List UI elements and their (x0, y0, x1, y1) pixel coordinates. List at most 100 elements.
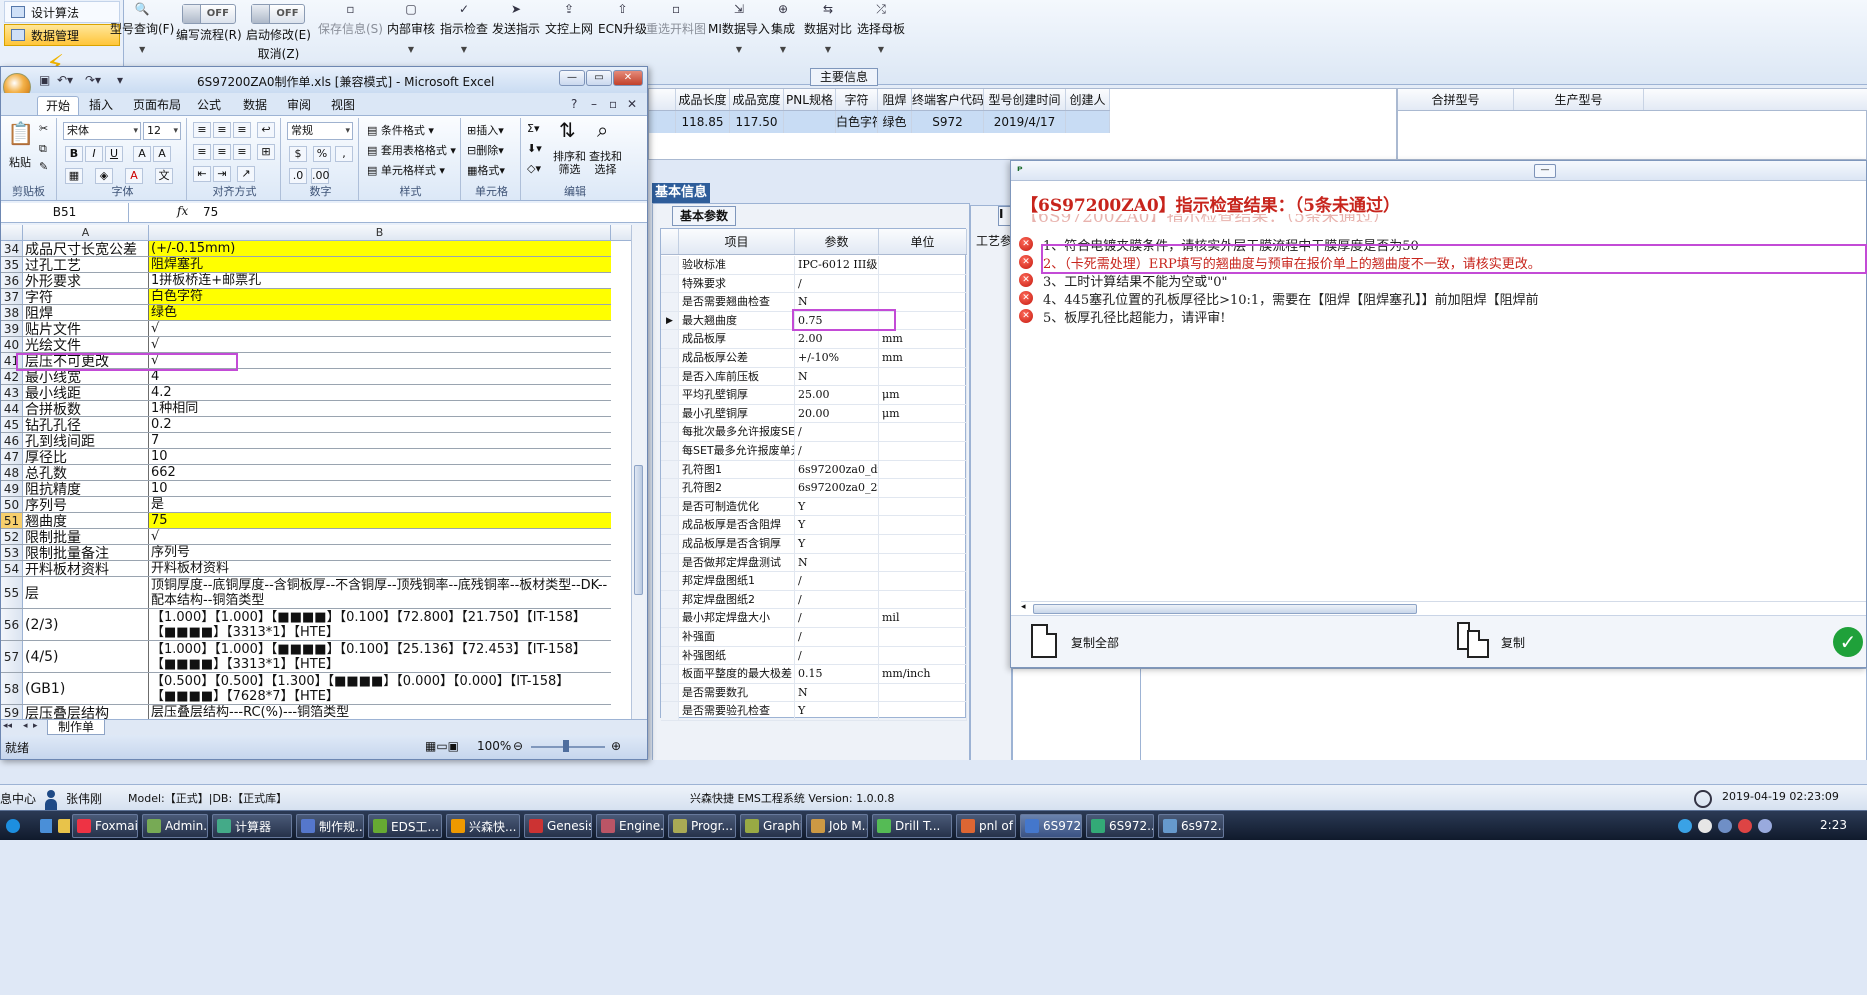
cell-a[interactable]: 序列号 (23, 497, 149, 512)
customize-qat-icon[interactable]: ▾ (117, 73, 123, 87)
row-indicator[interactable] (661, 683, 679, 702)
row-indicator[interactable] (661, 404, 679, 423)
cell-a[interactable]: 字符 (23, 289, 149, 304)
sheet-row[interactable]: 52 限制批量 √ (1, 529, 611, 545)
table-row[interactable]: 邦定焊盘图纸2/ (661, 590, 967, 610)
table-row[interactable]: 最小孔壁铜厚 20.00 μm (661, 404, 967, 424)
cut-icon[interactable]: ✂ (39, 122, 48, 135)
save-icon[interactable]: ▣ (39, 73, 50, 87)
resend-drawing-button[interactable]: ▫ 重选开料图 (646, 0, 706, 84)
row-number[interactable]: 54 (1, 561, 23, 576)
align-bottom-icon[interactable]: ≡ (233, 122, 251, 138)
row-number[interactable]: 40 (1, 337, 23, 352)
cell-a[interactable]: 光绘文件 (23, 337, 149, 352)
table-row[interactable]: 补强面 / (661, 628, 967, 647)
cell-a[interactable]: 钻孔孔径 (23, 417, 149, 432)
row-indicator[interactable] (661, 516, 679, 534)
tab-insert[interactable]: 插入 (81, 96, 121, 115)
row-indicator[interactable] (661, 628, 679, 646)
row-indicator[interactable] (661, 274, 679, 293)
font-size-select[interactable]: 12 (143, 122, 181, 140)
cell-b[interactable]: 阻焊塞孔 (149, 257, 611, 272)
table-row[interactable]: 补强图纸 / (661, 646, 967, 666)
table-row[interactable]: 是否可制造优化 Y (661, 497, 967, 517)
cell-b[interactable]: 白色字符 (149, 289, 611, 304)
cell-a[interactable]: 开料板材资料 (23, 561, 149, 576)
taskbar-item[interactable]: pnl of ... (956, 814, 1016, 838)
help-icon[interactable]: ? (571, 97, 577, 111)
format-cells-button[interactable]: ▦格式▾ (467, 162, 505, 178)
row-number[interactable]: 35 (1, 257, 23, 272)
taskbar-item[interactable]: 制作规... (296, 814, 364, 838)
tab-home[interactable]: 开始 (37, 96, 80, 115)
sheet-row[interactable]: 50 序列号是 (1, 497, 611, 513)
cell-b[interactable]: 序列号 (149, 545, 611, 560)
row-number[interactable]: 50 (1, 497, 23, 512)
sheet-row[interactable]: 38 阻焊 绿色 (1, 305, 611, 321)
row-number[interactable]: 52 (1, 529, 23, 544)
cell-b[interactable]: 【1.000】【1.000】【■■■■】【0.100】【25.136】【72.4… (149, 641, 611, 672)
row-number[interactable]: 39 (1, 321, 23, 336)
sheet-row[interactable]: 55 层顶铜厚度--底铜厚度--含铜板厚--不含铜厚--顶残铜率--底残铜率--板… (1, 577, 611, 609)
column-header[interactable]: 单位 (879, 229, 967, 254)
font-name-select[interactable]: 宋体 (63, 122, 141, 140)
column-header[interactable]: 成品宽度 (730, 89, 784, 110)
taskbar-item[interactable]: Job M... (806, 814, 868, 838)
cell-a[interactable]: (4/5) (23, 641, 149, 672)
volume-icon[interactable] (1718, 819, 1732, 833)
row-indicator[interactable] (661, 702, 679, 720)
sort-filter-button[interactable]: 排序和 筛选 (553, 150, 586, 176)
increase-indent-icon[interactable]: ⇥ (213, 166, 231, 182)
column-header[interactable]: 字符 (836, 89, 878, 110)
sheet-row[interactable]: 34 成品尺寸长宽公差 (+/-0.15mm) (1, 241, 611, 257)
sheet-row[interactable]: 37 字符 白色字符 (1, 289, 611, 305)
row-number[interactable]: 57 (1, 641, 23, 672)
cell-a[interactable]: 层压叠层结构 (23, 705, 149, 719)
cell-b[interactable]: 【0.500】【0.500】【1.300】【■■■■】【0.000】【0.000… (149, 673, 611, 704)
row-number[interactable]: 51 (1, 513, 23, 528)
column-header[interactable]: PNL规格 (784, 89, 836, 110)
tab-main-info[interactable]: 主要信息 (810, 68, 878, 86)
grow-font-icon[interactable]: A (133, 146, 151, 162)
copy-icon[interactable]: ⧉ (39, 142, 47, 156)
sheet-row[interactable]: 53 限制批量备注 序列号 (1, 545, 611, 561)
table-row[interactable]: 成品板厚是否含阻焊 Y (661, 516, 967, 535)
format-painter-icon[interactable]: ✎ (39, 160, 48, 173)
format-as-table-button[interactable]: ▤ 套用表格格式 ▾ (367, 142, 456, 158)
row-number[interactable]: 44 (1, 401, 23, 416)
table-row[interactable]: 平均孔壁铜厚 25.00 μm (661, 386, 967, 405)
cell-a[interactable]: 阻焊 (23, 305, 149, 320)
row-indicator[interactable] (661, 497, 679, 516)
display-icon[interactable] (1758, 819, 1772, 833)
cell-a[interactable]: 最小线距 (23, 385, 149, 400)
zoom-in-icon[interactable]: ⊕ (611, 739, 621, 753)
cell-b[interactable]: 662 (149, 465, 611, 480)
cell-b[interactable]: (+/-0.15mm) (149, 241, 611, 256)
row-number[interactable]: 49 (1, 481, 23, 496)
column-header[interactable]: 终端客户代码 (912, 89, 984, 110)
align-left-icon[interactable]: ≡ (193, 144, 211, 160)
copy-button[interactable]: 复制 (1501, 634, 1525, 651)
minimize-icon[interactable]: – (591, 97, 597, 111)
minimize-button[interactable]: — (559, 70, 585, 86)
cell-b[interactable]: 顶铜厚度--底铜厚度--含铜板厚--不含铜厚--顶残铜率--底残铜率--板材类型… (149, 577, 611, 608)
table-row[interactable]: 成品板厚 2.00 mm (661, 330, 967, 349)
row-indicator[interactable] (661, 665, 679, 683)
sheet-row[interactable]: 45 钻孔孔径 0.2 (1, 417, 611, 433)
decrease-decimal-icon[interactable]: .00 (311, 168, 330, 184)
tab-data[interactable]: 数据 (235, 96, 275, 115)
sheet-row[interactable]: 51 翘曲度 75 (1, 513, 611, 529)
number-format-select[interactable]: 常规 (287, 122, 353, 140)
sheet-row[interactable]: 47 厚径比 10 (1, 449, 611, 465)
cell-b[interactable]: 7 (149, 433, 611, 448)
table-row[interactable]: 孔符图26s97200za0_2r... (661, 479, 967, 498)
cell-styles-button[interactable]: ▤ 单元格样式 ▾ (367, 162, 445, 178)
wrap-text-icon[interactable]: ↩ (257, 122, 275, 138)
align-middle-icon[interactable]: ≡ (213, 122, 231, 138)
cell-b[interactable]: 10 (149, 449, 611, 464)
taskbar-item[interactable]: Genesis (524, 814, 592, 838)
cell-b[interactable]: 0.2 (149, 417, 611, 432)
row-indicator[interactable] (661, 330, 679, 348)
row-indicator[interactable] (661, 256, 679, 274)
row-indicator[interactable] (661, 423, 679, 441)
